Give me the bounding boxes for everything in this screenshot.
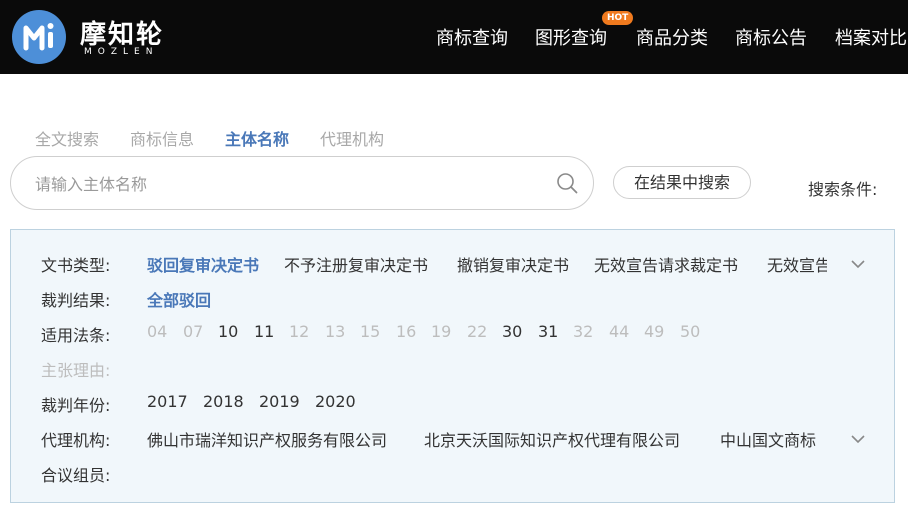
law-option[interactable]: 10 (218, 322, 238, 341)
doc-type-option[interactable]: 驳回复审决定书 (147, 252, 259, 276)
law-option: 12 (289, 322, 310, 341)
law-option[interactable]: 30 (502, 322, 522, 341)
agency-label: 代理机构: (41, 431, 111, 450)
panel-members-label: 合议组员: (41, 466, 111, 485)
doc-type-label: 文书类型: (41, 256, 111, 275)
nav-file-comparison[interactable]: 档案对比 (835, 24, 907, 50)
year-option[interactable]: 2020 (315, 392, 356, 411)
claim-reason-label: 主张理由: (41, 361, 111, 380)
agency-option[interactable]: 中山国文商标 (720, 427, 830, 451)
agency-option[interactable]: 佛山市瑞洋知识产权服务有限公司 (147, 427, 387, 451)
law-option: 22 (467, 322, 488, 341)
year-option[interactable]: 2017 (147, 392, 188, 411)
law-option: 19 (431, 322, 452, 341)
doc-type-option[interactable]: 不予注册复审决定书 (284, 252, 428, 276)
filter-panel: 文书类型: 驳回复审决定书 不予注册复审决定书 撤销复审决定书 无效宣告请求裁定… (10, 229, 895, 503)
chevron-down-icon[interactable] (849, 258, 867, 270)
law-option: 16 (396, 322, 417, 341)
entity-name-search-input[interactable] (35, 171, 535, 197)
doc-type-option[interactable]: 无效宣告请求裁定书 (594, 252, 738, 276)
law-option: 44 (609, 322, 630, 341)
search-in-results-button[interactable]: 在结果中搜索 (613, 166, 751, 199)
year-label: 裁判年份: (41, 396, 111, 415)
law-option[interactable]: 11 (254, 322, 274, 341)
doc-type-option[interactable]: 撤销复审决定书 (457, 252, 569, 276)
law-option[interactable]: 31 (538, 322, 558, 341)
tab-agency[interactable]: 代理机构 (320, 126, 384, 150)
brand-name[interactable]: 摩知轮 (80, 14, 164, 51)
search-box (10, 156, 594, 210)
nav-goods-classification[interactable]: 商品分类 (636, 24, 708, 50)
nav-image-search[interactable]: 图形查询 (535, 24, 607, 50)
chevron-down-icon[interactable] (849, 433, 867, 445)
law-option: 49 (644, 322, 665, 341)
tab-full-text-search[interactable]: 全文搜索 (35, 126, 99, 150)
nav-trademark-announcement[interactable]: 商标公告 (735, 24, 807, 50)
year-option[interactable]: 2018 (203, 392, 244, 411)
search-conditions-label: 搜索条件: (808, 180, 878, 199)
top-navigation-bar: 摩知轮 MOZLEN 商标查询 图形查询 HOT 商品分类 商标公告 档案对比 (0, 0, 908, 74)
law-option: 04 (147, 322, 168, 341)
tab-entity-name[interactable]: 主体名称 (225, 126, 289, 150)
result-option[interactable]: 全部驳回 (147, 287, 211, 311)
hot-badge: HOT (602, 11, 634, 25)
nav-trademark-search[interactable]: 商标查询 (436, 24, 508, 50)
law-option: 07 (183, 322, 204, 341)
result-label: 裁判结果: (41, 291, 111, 310)
brand-subtitle: MOZLEN (84, 47, 159, 57)
year-option[interactable]: 2019 (259, 392, 300, 411)
law-option: 15 (360, 322, 381, 341)
mozlen-logo-icon[interactable] (12, 10, 66, 64)
search-icon[interactable] (555, 171, 579, 195)
law-option: 13 (325, 322, 346, 341)
tab-trademark-info[interactable]: 商标信息 (130, 126, 194, 150)
agency-option[interactable]: 北京天沃国际知识产权代理有限公司 (424, 427, 680, 451)
law-label: 适用法条: (41, 326, 111, 345)
doc-type-option[interactable]: 无效宣告 (767, 252, 827, 276)
law-option: 32 (573, 322, 594, 341)
law-option: 50 (680, 322, 701, 341)
